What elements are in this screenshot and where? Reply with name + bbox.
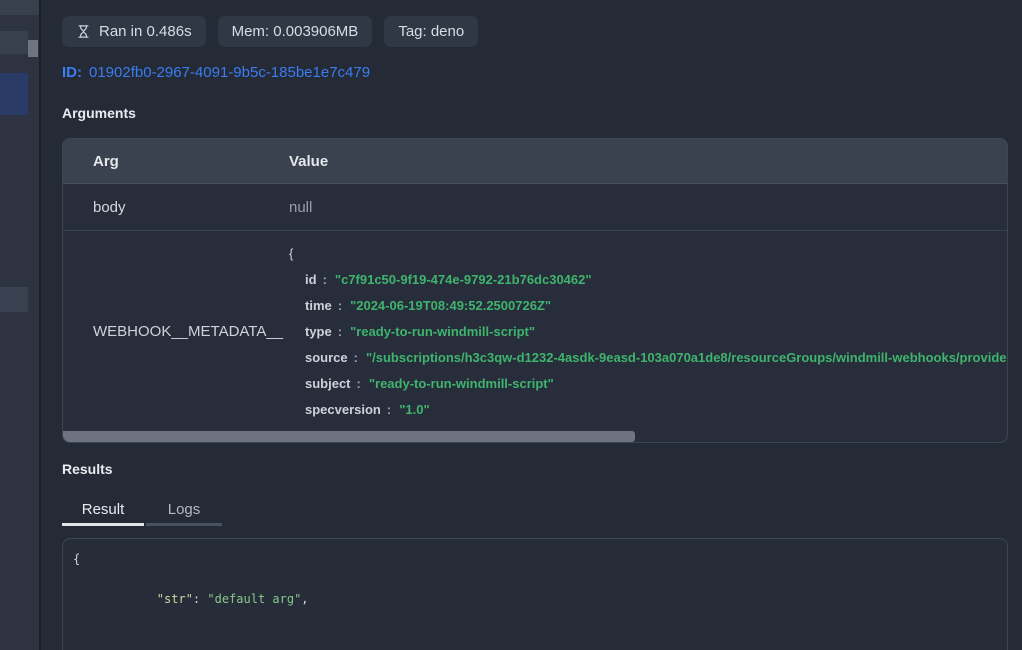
horizontal-scrollbar-thumb[interactable] xyxy=(63,431,635,442)
metadata-value: "1.0" xyxy=(399,402,429,417)
sidebar-edge xyxy=(0,0,41,650)
result-json-separator: : xyxy=(193,592,207,606)
metadata-colon: : xyxy=(354,350,358,365)
metadata-entry: subject: "ready-to-run-windmill-script" xyxy=(289,371,1007,397)
metadata-key: source xyxy=(305,350,348,365)
metadata-value: "2024-06-19T08:49:52.2500726Z" xyxy=(350,298,551,313)
result-json-key: "str" xyxy=(157,592,193,606)
metadata-value: "c7f91c50-9f19-474e-9792-21b76dc30462" xyxy=(335,272,592,287)
result-json-string: "default arg" xyxy=(207,592,301,606)
column-header-arg: Arg xyxy=(63,153,289,170)
column-header-value: Value xyxy=(289,153,1007,170)
arguments-table-header: Arg Value xyxy=(63,139,1007,184)
memory-badge: Mem: 0.003906MB xyxy=(218,16,373,47)
metadata-colon: : xyxy=(357,376,361,391)
arg-name: body xyxy=(63,199,289,216)
job-id-label: ID: xyxy=(62,64,82,81)
result-json-line: "union": "Hello World" xyxy=(73,629,997,650)
arguments-heading: Arguments xyxy=(62,105,136,121)
table-row: WEBHOOK__METADATA__ { id: "c7f91c50-9f19-… xyxy=(63,231,1007,432)
job-id-line: ID: 01902fb0-2967-4091-9b5c-185be1e7c479 xyxy=(62,64,370,81)
metadata-entry: id: "c7f91c50-9f19-474e-9792-21b76dc30462… xyxy=(289,267,1007,293)
job-id-value[interactable]: 01902fb0-2967-4091-9b5c-185be1e7c479 xyxy=(89,64,370,81)
sidebar-selected-item-fragment[interactable] xyxy=(0,73,28,115)
job-run-detail-page: Ran in 0.486s Mem: 0.003906MB Tag: deno … xyxy=(0,0,1022,650)
metadata-key: type xyxy=(305,324,332,339)
sidebar-item-fragment[interactable] xyxy=(0,0,39,15)
metadata-object-viewer: { id: "c7f91c50-9f19-474e-9792-21b76dc304… xyxy=(289,231,1007,432)
memory-badge-label: Mem: 0.003906MB xyxy=(232,23,359,40)
metadata-colon: : xyxy=(323,272,327,287)
metadata-entry: specversion: "1.0" xyxy=(289,397,1007,423)
metadata-key: specversion xyxy=(305,402,381,417)
metadata-colon: : xyxy=(338,324,342,339)
results-tabs: Result Logs xyxy=(62,496,222,526)
metadata-value: "/subscriptions/h3c3qw-d1232-4asdk-9easd… xyxy=(366,350,1007,365)
metadata-key: subject xyxy=(305,376,351,391)
arg-value-null: null xyxy=(289,199,1007,216)
sidebar-item-fragment[interactable] xyxy=(0,31,28,54)
open-brace: { xyxy=(289,241,1007,267)
tab-result[interactable]: Result xyxy=(62,496,144,526)
result-json-line: "str": "default arg", xyxy=(73,569,997,629)
metadata-colon: : xyxy=(338,298,342,313)
metadata-value: "ready-to-run-windmill-script" xyxy=(369,376,554,391)
tab-logs[interactable]: Logs xyxy=(146,496,222,526)
run-stats-row: Ran in 0.486s Mem: 0.003906MB Tag: deno xyxy=(62,16,478,47)
metadata-value: "ready-to-run-windmill-script" xyxy=(350,324,535,339)
result-json-panel: { "str": "default arg", "union": "Hello … xyxy=(62,538,1008,650)
tag-badge: Tag: deno xyxy=(384,16,478,47)
hourglass-icon xyxy=(76,24,91,39)
horizontal-scrollbar[interactable] xyxy=(63,431,1007,442)
tag-badge-label: Tag: deno xyxy=(398,23,464,40)
result-open-brace: { xyxy=(73,549,997,569)
metadata-entry: type: "ready-to-run-windmill-script" xyxy=(289,319,1007,345)
metadata-entry: time: "2024-06-19T08:49:52.2500726Z" xyxy=(289,293,1007,319)
runtime-badge: Ran in 0.486s xyxy=(62,16,206,47)
results-heading: Results xyxy=(62,461,113,477)
runtime-badge-label: Ran in 0.486s xyxy=(99,23,192,40)
sidebar-item-fragment[interactable] xyxy=(0,287,28,312)
metadata-entry: source: "/subscriptions/h3c3qw-d1232-4asd… xyxy=(289,345,1007,371)
table-row: body null xyxy=(63,184,1007,231)
arguments-table: Arg Value body null WEBHOOK__METADATA__ … xyxy=(62,138,1008,443)
metadata-key: id xyxy=(305,272,317,287)
metadata-key: time xyxy=(305,298,332,313)
result-json-comma: , xyxy=(301,592,308,606)
sidebar-scrollbar-thumb[interactable] xyxy=(28,40,38,57)
metadata-colon: : xyxy=(387,402,391,417)
arg-name: WEBHOOK__METADATA__ xyxy=(63,231,289,432)
main-content: Ran in 0.486s Mem: 0.003906MB Tag: deno … xyxy=(62,0,1008,650)
